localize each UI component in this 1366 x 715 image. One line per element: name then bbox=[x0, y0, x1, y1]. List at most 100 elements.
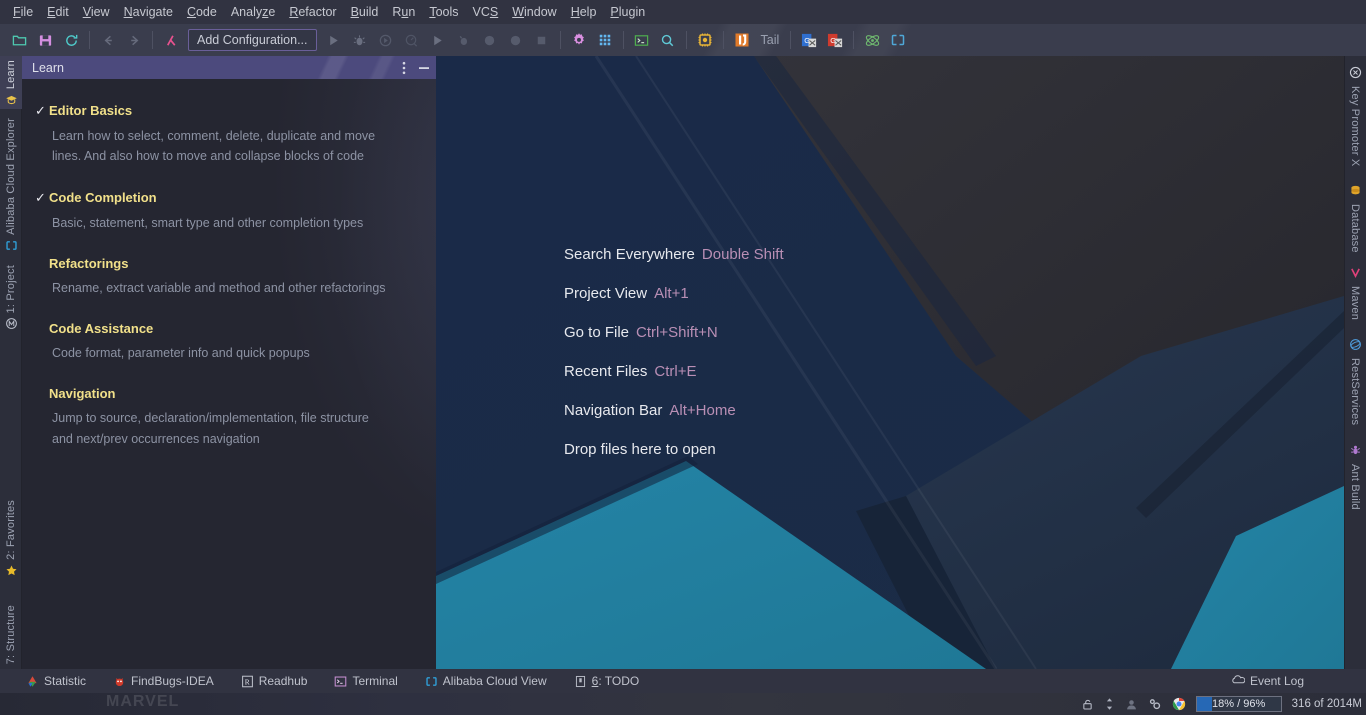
run-with-coverage-icon[interactable] bbox=[374, 28, 398, 52]
findbugs-icon bbox=[113, 675, 126, 688]
save-all-icon[interactable] bbox=[33, 28, 57, 52]
learn-section-description: Learn how to select, comment, delete, du… bbox=[52, 129, 376, 164]
terminal-icon[interactable] bbox=[630, 28, 654, 52]
bottom-item-findbugs-idea[interactable]: FindBugs-IDEA bbox=[113, 674, 214, 688]
sidebar-item-label: Learn bbox=[5, 60, 17, 90]
bottom-item-label: FindBugs-IDEA bbox=[131, 674, 214, 688]
open-folder-icon[interactable] bbox=[7, 28, 31, 52]
tip-row-drop-files[interactable]: Drop files here to open bbox=[564, 441, 784, 458]
memory-indicator[interactable]: 18% / 96% bbox=[1195, 696, 1282, 712]
user-avatar-icon[interactable] bbox=[1125, 698, 1138, 711]
menu-item-window[interactable]: Window bbox=[505, 3, 563, 21]
tip-shortcut: Ctrl+Shift+N bbox=[636, 324, 718, 341]
menu-item-tools[interactable]: Tools bbox=[422, 3, 465, 21]
back-arrow-icon[interactable] bbox=[96, 28, 120, 52]
chrome-icon[interactable] bbox=[1172, 697, 1186, 711]
sidebar-item-label: 7: Structure bbox=[5, 605, 17, 665]
sidebar-item-label: Key Promoter X bbox=[1349, 86, 1361, 167]
vertical-dots-icon[interactable] bbox=[402, 61, 406, 75]
learn-section-refactorings[interactable]: Refactorings Rename, extract variable an… bbox=[49, 256, 406, 298]
menu-item-code[interactable]: Code bbox=[180, 3, 224, 21]
bottom-item-terminal[interactable]: Terminal bbox=[334, 674, 398, 688]
tip-action: Go to File bbox=[564, 324, 630, 341]
run-2-icon[interactable] bbox=[426, 28, 450, 52]
learn-section-editor-basics[interactable]: ✓ Editor Basics Learn how to select, com… bbox=[35, 103, 406, 167]
editor-empty-area[interactable]: Search Everywhere Double Shift Project Vi… bbox=[436, 56, 1344, 669]
up-down-arrows-icon[interactable] bbox=[1104, 697, 1115, 711]
sidebar-item-ant-build[interactable]: Ant Build bbox=[1344, 444, 1366, 514]
tail-button[interactable]: Tail bbox=[755, 33, 786, 47]
todo-icon bbox=[574, 675, 587, 688]
sidebar-item-maven[interactable]: Maven bbox=[1344, 266, 1366, 324]
tip-shortcut: Alt+1 bbox=[654, 285, 689, 302]
settings-gear-icon[interactable] bbox=[567, 28, 591, 52]
database-icon bbox=[1349, 184, 1362, 197]
cloud-bracket-icon bbox=[5, 239, 18, 252]
menu-item-run[interactable]: Run bbox=[385, 3, 422, 21]
lambda-icon[interactable] bbox=[159, 28, 183, 52]
sidebar-item-learn[interactable]: Learn bbox=[0, 56, 22, 110]
apps-grid-icon[interactable] bbox=[593, 28, 617, 52]
run-configuration-selector[interactable]: Add Configuration... bbox=[188, 29, 317, 51]
forward-arrow-icon[interactable] bbox=[122, 28, 146, 52]
menu-item-refactor[interactable]: Refactor bbox=[282, 3, 343, 21]
learn-section-description: Code format, parameter info and quick po… bbox=[52, 346, 310, 360]
stop-circle-icon[interactable] bbox=[478, 28, 502, 52]
statistic-icon bbox=[26, 675, 39, 688]
bottom-item-alibaba-cloud-view[interactable]: Alibaba Cloud View bbox=[425, 674, 547, 688]
menu-item-build[interactable]: Build bbox=[344, 3, 386, 21]
bottom-item-statistic[interactable]: Statistic bbox=[26, 674, 86, 688]
search-icon[interactable] bbox=[656, 28, 680, 52]
sidebar-item-favorites[interactable]: 2: Favorites bbox=[0, 496, 22, 580]
readhub-icon: R bbox=[241, 675, 254, 688]
profiler-icon[interactable] bbox=[400, 28, 424, 52]
tip-action: Search Everywhere bbox=[564, 246, 695, 263]
menu-item-file[interactable]: FFileile bbox=[6, 3, 40, 21]
atom-icon[interactable] bbox=[860, 28, 884, 52]
menu-item-analyze[interactable]: Analyze bbox=[224, 3, 282, 21]
blue-doc-icon[interactable]: G bbox=[797, 28, 821, 52]
sidebar-item-alibaba-cloud-explorer[interactable]: Alibaba Cloud Explorer bbox=[0, 114, 22, 255]
learn-section-navigation[interactable]: Navigation Jump to source, declaration/i… bbox=[49, 386, 406, 449]
circle-icon[interactable] bbox=[504, 28, 528, 52]
memory-fill-bar bbox=[1196, 697, 1212, 711]
event-log-label: Event Log bbox=[1249, 674, 1304, 688]
learn-section-header: ✓ Editor Basics bbox=[35, 103, 406, 119]
learn-section-title: Editor Basics bbox=[49, 103, 133, 118]
idea-plugin-icon[interactable] bbox=[730, 28, 754, 52]
cpu-chip-icon[interactable] bbox=[693, 28, 717, 52]
menu-item-plugin[interactable]: Plugin bbox=[603, 3, 652, 21]
menu-item-vcs[interactable]: VCS bbox=[466, 3, 506, 21]
learn-section-header: Refactorings bbox=[49, 256, 406, 271]
menu-item-help[interactable]: Help bbox=[564, 3, 604, 21]
bottom-item-readhub[interactable]: R Readhub bbox=[241, 674, 307, 688]
menu-item-navigate[interactable]: Navigate bbox=[117, 3, 180, 21]
toolbar-divider bbox=[89, 31, 90, 49]
link-icon[interactable] bbox=[886, 28, 910, 52]
sidebar-item-project[interactable]: 1: Project bbox=[0, 261, 22, 333]
attach-debugger-icon[interactable] bbox=[452, 28, 476, 52]
sidebar-item-database[interactable]: Database bbox=[1344, 184, 1366, 257]
event-log-button[interactable]: Event Log bbox=[1232, 674, 1304, 688]
run-icon[interactable] bbox=[322, 28, 346, 52]
tip-shortcut: Double Shift bbox=[701, 246, 784, 263]
sidebar-item-key-promoter-x[interactable]: Key Promoter X bbox=[1344, 66, 1366, 170]
intellij-window: FFileile Edit View Navigate Code Analyze… bbox=[0, 0, 1366, 715]
stop-square-icon[interactable] bbox=[530, 28, 554, 52]
menu-item-edit[interactable]: Edit bbox=[40, 3, 76, 21]
minimize-icon[interactable] bbox=[418, 62, 430, 74]
learn-section-code-assistance[interactable]: Code Assistance Code format, parameter i… bbox=[49, 321, 406, 363]
tip-action: Project View bbox=[564, 285, 648, 302]
learn-section-code-completion[interactable]: ✓ Code Completion Basic, statement, smar… bbox=[35, 190, 406, 233]
red-doc-icon[interactable]: G bbox=[823, 28, 847, 52]
gears-icon[interactable] bbox=[1148, 697, 1162, 711]
sidebar-item-label: Ant Build bbox=[1349, 464, 1361, 510]
sidebar-item-rest-services[interactable]: RestServices bbox=[1344, 338, 1366, 429]
sync-refresh-icon[interactable] bbox=[59, 28, 83, 52]
terminal-icon bbox=[334, 675, 347, 688]
debug-icon[interactable] bbox=[348, 28, 372, 52]
bottom-item-label: Statistic bbox=[44, 674, 87, 688]
menu-item-view[interactable]: View bbox=[76, 3, 117, 21]
bottom-item-todo[interactable]: 6: TODO bbox=[574, 674, 639, 688]
unlocked-padlock-icon[interactable] bbox=[1081, 698, 1094, 711]
